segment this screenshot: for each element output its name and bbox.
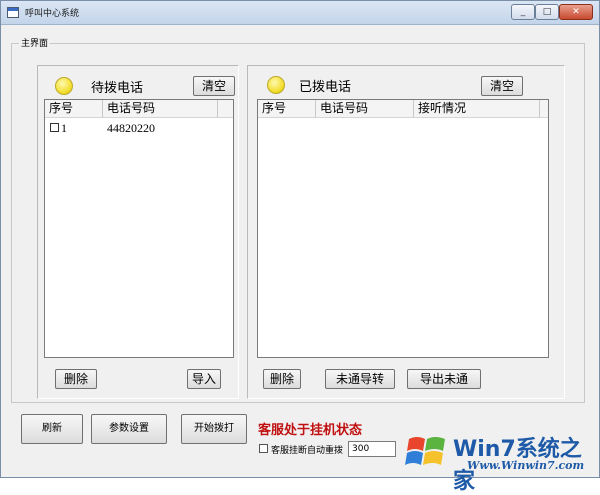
pending-list-header: 序号 电话号码 [45, 100, 233, 118]
title-bar[interactable]: 呼叫中心系统 _ □ ✕ [1, 1, 599, 25]
watermark-url: Www.Winwin7.com [467, 459, 585, 472]
row-phone: 44820220 [107, 121, 155, 135]
row-checkbox[interactable] [50, 123, 59, 132]
dialed-delete-button[interactable]: 删除 [263, 369, 301, 389]
agent-status-text: 客服处于挂机状态 [258, 423, 363, 438]
forward-unanswered-button[interactable]: 未通导转 [325, 369, 395, 389]
pending-clear-button[interactable]: 清空 [193, 76, 235, 96]
col-index-header[interactable]: 序号 [45, 100, 103, 118]
col-answer-status-header[interactable]: 接听情况 [414, 100, 540, 118]
app-icon [7, 7, 19, 18]
col-index-header[interactable]: 序号 [258, 100, 316, 118]
col-phone-header[interactable]: 电话号码 [316, 100, 414, 118]
minimize-button[interactable]: _ [511, 4, 535, 20]
close-button[interactable]: ✕ [559, 4, 593, 20]
frame-label: 主界面 [19, 36, 51, 49]
windows-logo-icon [405, 437, 445, 465]
dialed-calls-list[interactable]: 序号 电话号码 接听情况 [257, 99, 549, 358]
dialed-heading: 已拨电话 [299, 80, 352, 95]
dialed-list-header: 序号 电话号码 接听情况 [258, 100, 548, 118]
main-window: 呼叫中心系统 _ □ ✕ 主界面 待拨电话 清空 序号 电话号码 1 44820… [0, 0, 600, 494]
redial-interval-input[interactable]: 300 [348, 441, 396, 457]
row-index: 1 [61, 121, 67, 135]
pending-status-lamp-icon [55, 77, 73, 95]
refresh-button[interactable]: 刷新 [21, 414, 83, 444]
window-title: 呼叫中心系统 [25, 9, 80, 19]
settings-button[interactable]: 参数设置 [91, 414, 167, 444]
pending-calls-list[interactable]: 序号 电话号码 1 44820220 [44, 99, 234, 358]
pending-heading: 待拨电话 [91, 81, 144, 96]
dialed-status-lamp-icon [267, 76, 285, 94]
table-row[interactable]: 1 44820220 [45, 120, 233, 136]
auto-redial-label: 客服挂断自动重拨 [271, 446, 344, 456]
export-unanswered-button[interactable]: 导出未通 [407, 369, 481, 389]
pending-delete-button[interactable]: 删除 [55, 369, 97, 389]
start-dialing-button[interactable]: 开始拨打 [181, 414, 247, 444]
dialed-clear-button[interactable]: 清空 [481, 76, 523, 96]
import-button[interactable]: 导入 [187, 369, 221, 389]
auto-redial-checkbox[interactable] [259, 444, 268, 453]
col-phone-header[interactable]: 电话号码 [103, 100, 218, 118]
maximize-button[interactable]: □ [535, 4, 559, 20]
watermark: Win7系统之家 Www.Winwin7.com [403, 429, 599, 494]
